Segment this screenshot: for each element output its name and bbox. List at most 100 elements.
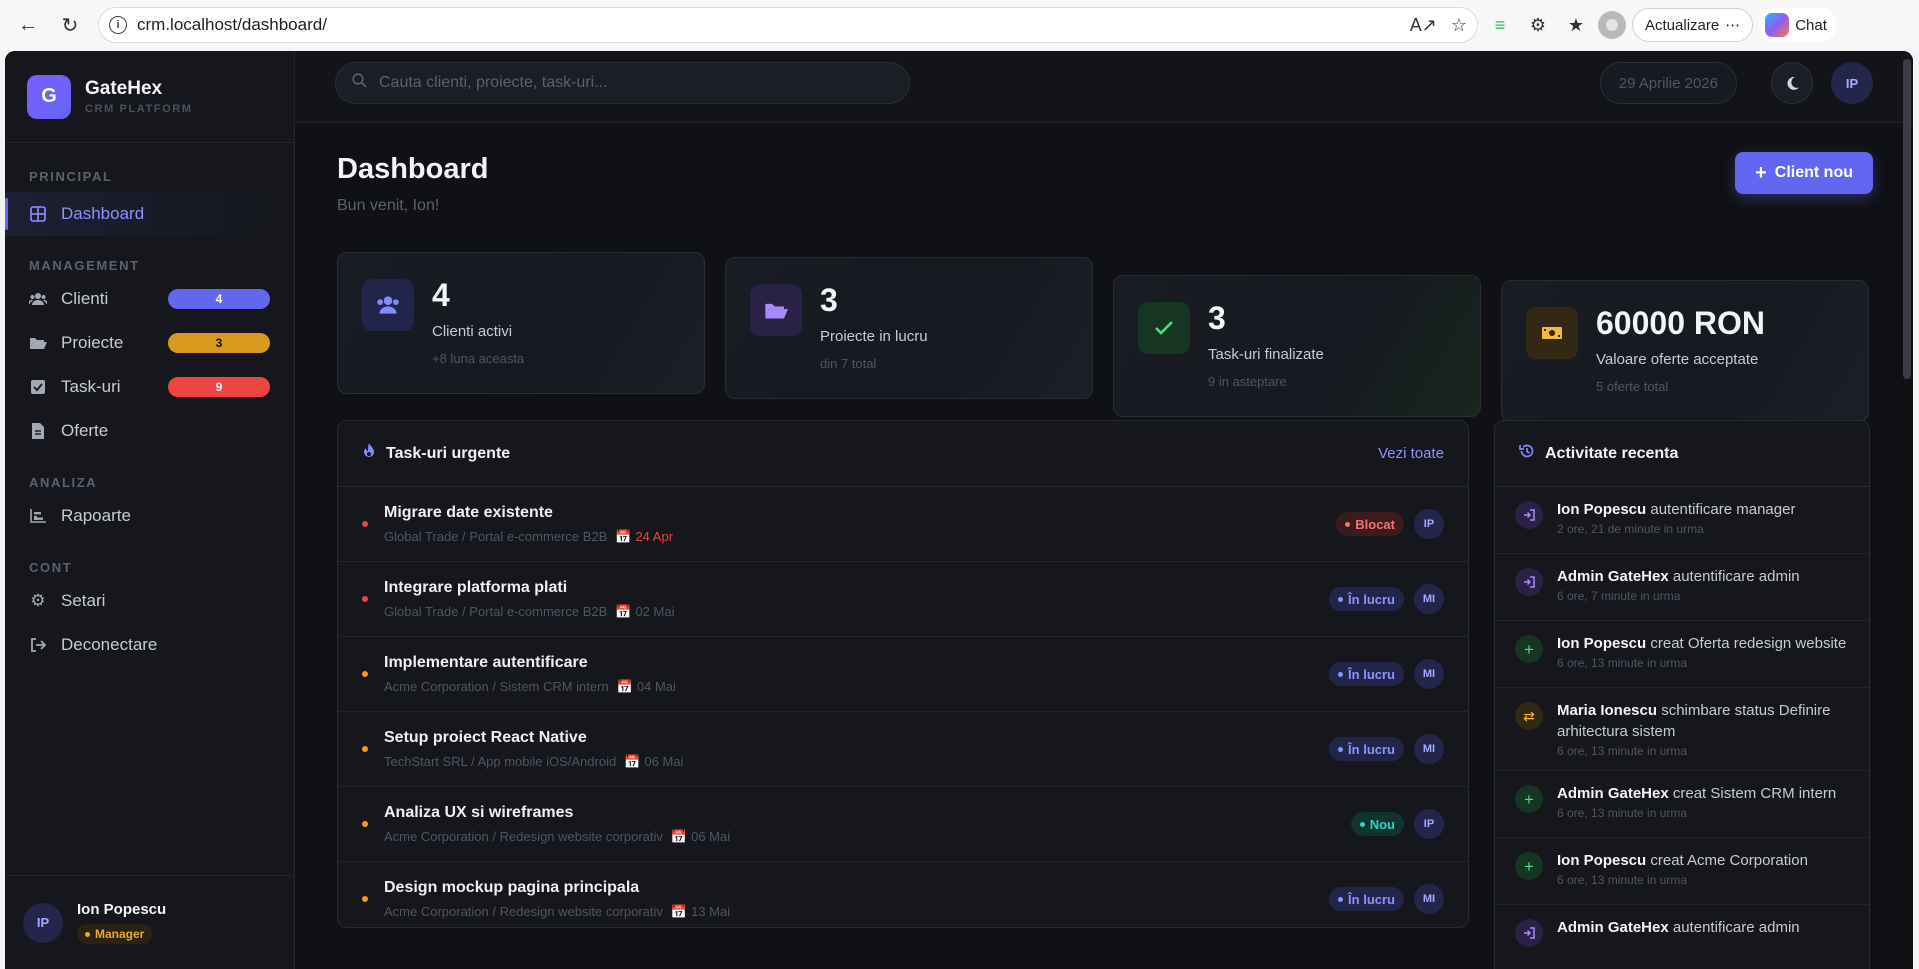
extension-stripes-icon[interactable]: ≡ (1484, 9, 1516, 41)
urgent-tasks-panel: Task-uri urgente Vezi toate Migrare date… (337, 420, 1469, 928)
view-all-link[interactable]: Vezi toate (1378, 445, 1444, 462)
stat-card-tasks-done[interactable]: 3 Task-uri finalizate 9 in asteptare (1113, 275, 1481, 417)
sidebar-item-label: Deconectare (61, 635, 158, 654)
stat-card-projects[interactable]: 3 Proiecte in lucru din 7 total (725, 257, 1093, 399)
favorites-icon[interactable]: ★ (1560, 9, 1592, 41)
sidebar-item-label: Dashboard (61, 204, 145, 223)
stat-card-clients[interactable]: 4 Clienti activi +8 luna aceasta (337, 252, 705, 394)
user-avatar-button[interactable]: IP (1831, 62, 1873, 104)
sidebar-item-label: Proiecte (61, 333, 124, 352)
activity-time: 6 ore, 13 minute in urma (1557, 656, 1688, 670)
checkbox-icon (29, 378, 47, 396)
bar-chart-icon (29, 507, 47, 525)
calendar-icon: 📅 (615, 603, 632, 619)
new-client-button[interactable]: + Client nou (1735, 152, 1873, 194)
list-item[interactable]: ⇄ Maria Ionescu schimbare status Definire… (1495, 688, 1869, 771)
task-project: Acme Corporation / Redesign website corp… (384, 904, 663, 919)
favorite-star-icon[interactable]: ☆ (1451, 15, 1467, 36)
calendar-icon: 📅 (624, 753, 641, 769)
copilot-chat-button[interactable]: Chat (1759, 8, 1837, 42)
sidebar-item-rapoarte[interactable]: Rapoarte (5, 494, 294, 538)
activity-text: Admin GateHex creat Sistem CRM intern (1557, 783, 1836, 804)
sidebar-item-label: Oferte (61, 421, 109, 440)
sidebar: G GateHex CRM PLATFORM PRINCIPAL Dashboa… (5, 51, 295, 969)
list-item[interactable]: Admin GateHex autentificare admin (1495, 905, 1869, 969)
browser-profile-icon[interactable] (1598, 11, 1626, 39)
recent-activity-panel: Activitate recenta Ion Popescu autentifi… (1494, 420, 1870, 969)
browser-toolbar: ← ↻ i crm.localhost/dashboard/ A↗ ☆ ≡ ⚙ … (0, 0, 1919, 50)
sidebar-item-oferte[interactable]: Oferte (5, 409, 294, 453)
activity-actor: Admin GateHex (1557, 568, 1669, 585)
due-date-text: 06 Mai (691, 829, 731, 844)
reload-icon[interactable]: ↻ (52, 7, 88, 43)
avatar: MI (1414, 734, 1444, 764)
stat-sub: din 7 total (820, 356, 877, 371)
list-item[interactable]: + Admin GateHex creat Sistem CRM intern 6 … (1495, 771, 1869, 838)
activity-time: 6 ore, 7 minute in urma (1557, 589, 1681, 603)
page-title: Dashboard (337, 153, 489, 185)
login-icon (1515, 568, 1543, 596)
site-info-icon[interactable]: i (109, 16, 127, 34)
sidebar-item-setari[interactable]: ⚙ Setari (5, 579, 294, 623)
address-bar[interactable]: i crm.localhost/dashboard/ A↗ ☆ (98, 7, 1478, 43)
check-icon (1138, 302, 1190, 354)
status-badge: În lucru (1329, 887, 1404, 911)
list-item[interactable]: Admin GateHex autentificare admin 6 ore, … (1495, 554, 1869, 621)
read-aloud-icon[interactable]: A↗ (1410, 15, 1437, 36)
stat-sub: 5 oferte total (1596, 379, 1669, 394)
activity-actor: Ion Popescu (1557, 501, 1647, 518)
stat-label: Task-uri finalizate (1208, 346, 1324, 363)
role-badge: Manager (77, 924, 153, 944)
priority-dot (362, 671, 368, 677)
sidebar-item-label: Task-uri (61, 377, 121, 396)
list-item[interactable]: Ion Popescu autentificare manager 2 ore, … (1495, 487, 1869, 554)
activity-actor: Ion Popescu (1557, 635, 1647, 652)
stat-label: Clienti activi (432, 323, 513, 340)
search-box[interactable] (335, 62, 910, 104)
brand[interactable]: G GateHex CRM PLATFORM (5, 51, 294, 143)
sidebar-user-card[interactable]: IP Ion Popescu Manager (5, 875, 295, 969)
back-icon[interactable]: ← (10, 7, 46, 43)
task-title: Migrare date existente (384, 503, 553, 521)
plus-icon: + (1755, 162, 1767, 184)
activity-action: autentificare admin (1672, 568, 1800, 585)
activity-action: creat Acme Corporation (1650, 852, 1808, 869)
list-item[interactable]: + Ion Popescu creat Oferta redesign websi… (1495, 621, 1869, 688)
sidebar-item-label: Rapoarte (61, 506, 131, 525)
table-row[interactable]: Analiza UX si wireframes Acme Corporation… (338, 787, 1468, 862)
update-label: Actualizare (1645, 16, 1720, 34)
sidebar-item-clienti[interactable]: Clienti 4 (5, 277, 294, 321)
table-row[interactable]: Integrare platforma plati Global Trade / … (338, 562, 1468, 637)
sidebar-item-dashboard[interactable]: Dashboard (5, 192, 294, 236)
table-row[interactable]: Migrare date existente Global Trade / Por… (338, 487, 1468, 562)
theme-toggle-button[interactable] (1771, 62, 1813, 104)
folder-open-icon (29, 334, 47, 352)
moon-icon (1786, 76, 1799, 90)
page-scrollbar[interactable] (1903, 59, 1911, 379)
table-row[interactable]: Design mockup pagina principala Acme Corp… (338, 862, 1468, 927)
activity-actor: Maria Ionescu (1557, 702, 1658, 719)
sidebar-item-taskuri[interactable]: Task-uri 9 (5, 365, 294, 409)
copilot-icon (1765, 13, 1790, 37)
stat-label: Proiecte in lucru (820, 328, 928, 345)
update-button[interactable]: Actualizare ⋯ (1632, 8, 1754, 42)
panel-title: Activitate recenta (1545, 444, 1679, 462)
task-due-date: 📅 02 Mai (615, 604, 674, 620)
activity-actor: Ion Popescu (1557, 852, 1647, 869)
extensions-puzzle-icon[interactable]: ⚙ (1522, 9, 1554, 41)
priority-dot (362, 521, 368, 527)
stat-card-offers[interactable]: 60000 RON Valoare oferte acceptate 5 ofe… (1501, 280, 1869, 422)
table-row[interactable]: Setup proiect React Native TechStart SRL … (338, 712, 1468, 787)
priority-dot (362, 746, 368, 752)
search-input[interactable] (379, 74, 879, 92)
task-due-date: 📅 24 Apr (615, 529, 673, 545)
fire-icon (362, 443, 376, 464)
table-row[interactable]: Implementare autentificare Acme Corporati… (338, 637, 1468, 712)
user-name: Ion Popescu (77, 901, 167, 918)
task-due-date: 📅 06 Mai (671, 829, 730, 845)
sidebar-item-proiecte[interactable]: Proiecte 3 (5, 321, 294, 365)
sidebar-item-deconectare[interactable]: Deconectare (5, 623, 294, 667)
list-item[interactable]: + Ion Popescu creat Acme Corporation 6 ore… (1495, 838, 1869, 905)
stat-value: 3 (1208, 300, 1226, 336)
section-management: MANAGEMENT (29, 258, 140, 273)
